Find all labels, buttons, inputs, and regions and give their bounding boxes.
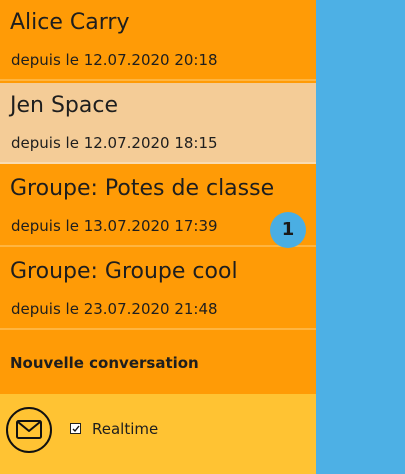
conversation-name: Groupe: Potes de classe [10,176,275,201]
conversation-name: Alice Carry [10,10,130,35]
conversation-item-potes-de-classe[interactable]: Groupe: Potes de classe depuis le 13.07.… [0,166,316,247]
conversation-name: Groupe: Groupe cool [10,259,238,284]
conversation-item-groupe-cool[interactable]: Groupe: Groupe cool depuis le 23.07.2020… [0,249,316,330]
conversation-date: depuis le 23.07.2020 21:48 [11,300,218,318]
conversation-sidebar: Alice Carry depuis le 12.07.2020 20:18 J… [0,0,316,474]
conversation-date: depuis le 13.07.2020 17:39 [11,217,218,235]
new-conversation-button[interactable]: Nouvelle conversation [0,330,316,394]
checkmark-icon [72,425,80,433]
realtime-label: Realtime [92,420,159,438]
sidebar-footer: Realtime [0,394,316,474]
conversation-date: depuis le 12.07.2020 18:15 [11,134,218,152]
conversation-item-alice-carry[interactable]: Alice Carry depuis le 12.07.2020 20:18 [0,0,316,81]
conversation-date: depuis le 12.07.2020 20:18 [11,51,218,69]
conversation-item-jen-space[interactable]: Jen Space depuis le 12.07.2020 18:15 [0,83,316,164]
main-panel [316,0,405,474]
compose-message-button[interactable] [6,407,52,453]
unread-count-badge: 1 [270,212,306,248]
new-conversation-label: Nouvelle conversation [10,354,199,372]
realtime-checkbox[interactable] [70,423,81,434]
envelope-icon [16,420,42,439]
conversation-name: Jen Space [10,93,119,118]
